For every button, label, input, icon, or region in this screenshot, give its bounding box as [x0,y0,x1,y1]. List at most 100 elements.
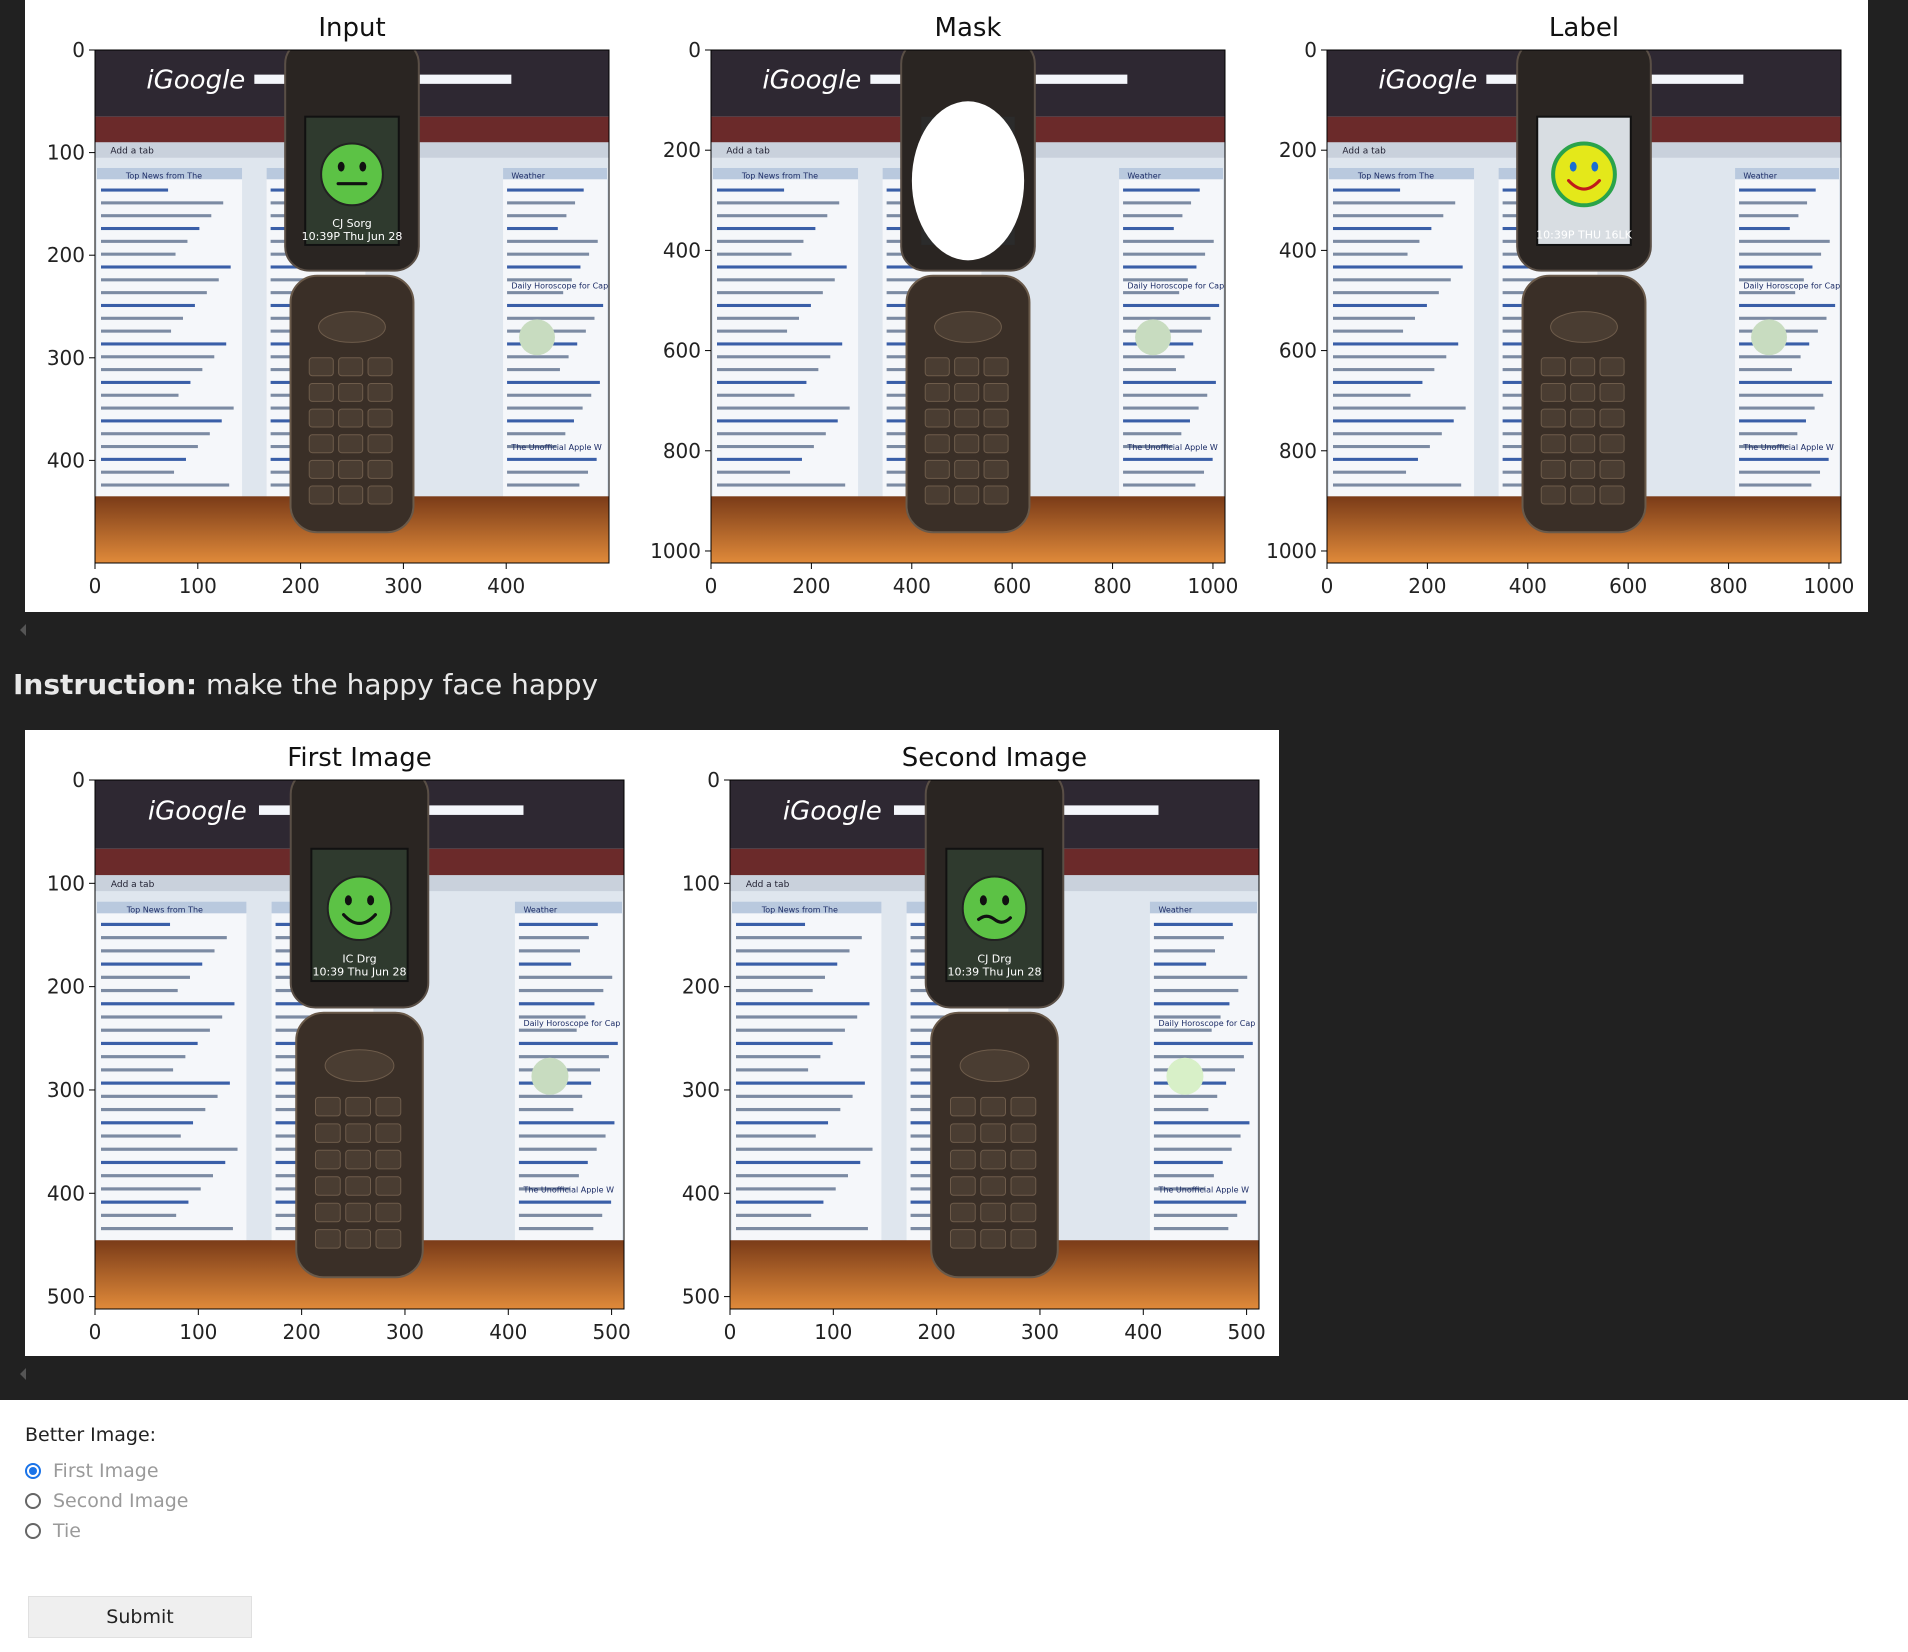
scroll-left-icon[interactable] [20,1368,26,1380]
keypad-key [1010,1176,1037,1196]
x-tick-label: 0 [724,1320,737,1344]
radio-button-checked[interactable] [25,1463,41,1479]
y-tick-label: 300 [682,1078,720,1102]
smiley-face [961,875,1028,942]
text-line [1739,406,1815,410]
text-line [1739,214,1799,218]
y-tick-label: 600 [663,339,701,363]
text-line [736,1015,858,1019]
radio-button[interactable] [25,1523,41,1539]
text-line [717,368,819,372]
text-line [1333,380,1423,384]
text-line [1333,201,1456,205]
x-tick-label: 200 [1408,574,1446,598]
text-line [1333,291,1439,295]
text-line [1123,303,1220,308]
keypad-key [338,357,364,377]
keypad-key [1570,357,1596,377]
radio-first-image[interactable]: First Image [25,1460,159,1482]
text-line [1739,380,1832,384]
text-line [1739,316,1827,320]
keypad-key [345,1229,372,1249]
horoscope-widget-title: Daily Horoscope for Cap [1127,282,1224,291]
text-line [717,432,826,436]
horoscope-widget-title: Daily Horoscope for Cap [511,282,608,291]
submit-button[interactable]: Submit [28,1596,252,1638]
y-tick-label: 300 [47,346,85,370]
text-line [1123,470,1205,474]
text-line [101,355,215,359]
text-line [518,975,613,979]
text-line [101,1002,235,1006]
keypad-key [375,1123,402,1143]
text-line [518,1147,597,1151]
keypad-key [980,1229,1007,1249]
text-line [1153,1174,1214,1178]
text-line [717,265,847,269]
text-line [518,1094,583,1098]
text-line [736,1002,870,1006]
keypad-key [338,408,364,428]
text-line [717,393,795,397]
text-line [507,188,584,192]
y-tick-label: 200 [682,975,720,999]
keypad-key [367,357,393,377]
text-line [1153,1028,1212,1032]
text-line [1333,214,1444,218]
keypad-key [367,382,393,402]
plot-image: iGoogle Add a tab Top News from The Weather… [95,50,609,563]
keypad-key [980,1149,1007,1170]
text-line [507,432,566,436]
keypad-key [949,1176,976,1196]
text-line [736,1187,836,1191]
text-line [1153,922,1233,927]
text-line [1153,949,1216,953]
keypad-key [308,485,334,505]
text-line [736,949,850,953]
text-line [518,936,589,940]
x-tick-label: 600 [1609,574,1647,598]
y-tick-label: 200 [47,975,85,999]
text-line [101,265,231,269]
keypad-key [367,434,393,454]
radio-button[interactable] [25,1493,41,1509]
text-line [736,1094,853,1098]
text-line [1739,252,1822,256]
keypad-key [338,459,364,479]
text-line [1333,342,1459,346]
plot-first: First Image iGoogle Add a tab Top News from… [47,743,631,1344]
goat-illustration [1166,1057,1204,1095]
text-line [101,1041,198,1046]
goat-illustration [519,319,555,356]
text-line [736,1028,845,1032]
text-line [101,419,222,423]
text-line [717,445,814,449]
keypad-key [1599,485,1625,505]
radio-tie[interactable]: Tie [25,1520,81,1542]
y-tick-label: 200 [663,138,701,162]
text-line [1333,445,1430,449]
text-line [101,1028,210,1032]
text-line [1123,239,1214,243]
x-tick-label: 300 [1021,1320,1059,1344]
keypad-key [1010,1229,1037,1249]
text-line [736,1081,865,1085]
rating-form [0,1400,1908,1652]
keypad-key [983,408,1009,428]
keypad-key [1010,1202,1037,1223]
text-line [507,303,604,308]
x-tick-label: 200 [283,1320,321,1344]
instruction-line: Instruction: make the happy face happy [13,668,598,701]
text-line [1123,291,1180,295]
scroll-left-icon[interactable] [20,624,26,636]
google-logo-text: iGoogle [148,797,247,827]
keypad-key [338,434,364,454]
text-line [1123,316,1211,320]
keypad-key [949,1229,976,1249]
text-line [507,380,600,384]
radio-second-image[interactable]: Second Image [25,1490,188,1512]
x-tick-label: 400 [893,574,931,598]
text-line [101,445,198,449]
text-line [507,214,567,218]
keypad-key [314,1202,341,1223]
